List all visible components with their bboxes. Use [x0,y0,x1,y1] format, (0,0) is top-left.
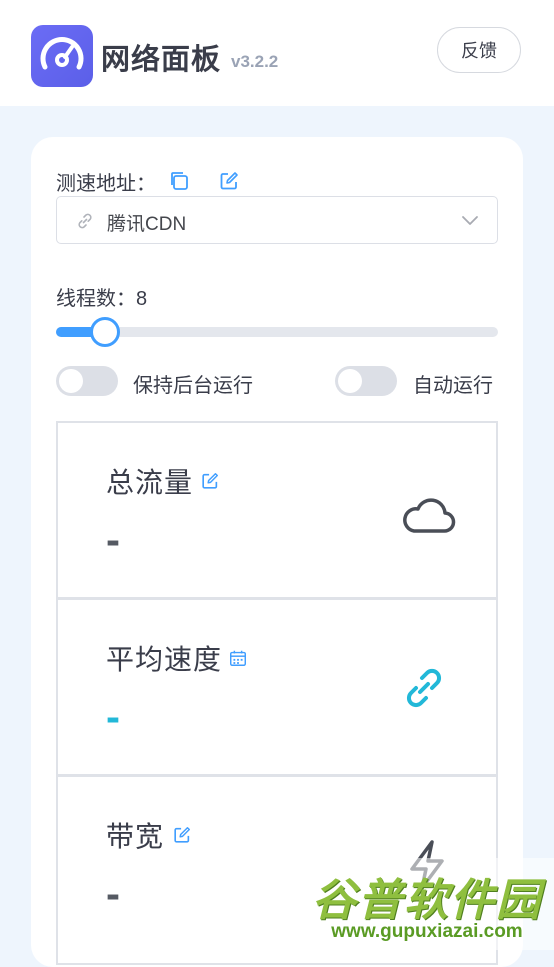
speedtest-address-value: 腾讯CDN [107,214,187,235]
cloud-icon [400,491,456,540]
threads-slider-track[interactable] [56,327,498,337]
keep-background-toggle[interactable] [56,366,118,396]
watermark-title: 谷普软件园 [312,876,542,925]
threads-value: 8 [136,288,148,310]
keep-background-label: 保持后台运行 [133,375,253,397]
threads-label-text: 线程数： [56,288,136,310]
link-icon [400,664,448,717]
calendar-icon[interactable] [228,648,248,673]
edit-address-icon[interactable] [218,170,240,197]
speedtest-address-select[interactable]: 腾讯CDN [56,196,498,244]
total-traffic-title: 总流量 [106,467,194,498]
average-speed-title: 平均速度 [106,644,223,675]
speedtest-address-label: 测速地址： [56,173,156,195]
toggle-knob [59,369,83,393]
threads-slider-handle[interactable] [89,317,120,347]
toggle-knob [338,369,362,393]
average-speed-value: - [106,693,120,740]
auto-run-toggle[interactable] [335,366,397,396]
auto-run-label: 自动运行 [413,375,493,397]
feedback-button[interactable]: 反馈 [437,27,521,73]
watermark: 谷普软件园 www.gupuxiazai.com [300,858,554,950]
app-title: 网络面板 [101,44,222,76]
edit-icon[interactable] [172,825,192,850]
app-version: v3.2.2 [231,52,279,71]
threads-label: 线程数：8 [56,282,147,311]
bandwidth-title: 带宽 [106,821,165,852]
watermark-url: www.gupuxiazai.com [331,921,523,942]
copy-icon[interactable] [168,170,190,197]
app-header: 网络面板 v3.2.2 反馈 [0,0,554,106]
edit-icon[interactable] [200,471,220,496]
total-traffic-value: - [106,516,120,563]
total-traffic-card: 总流量 - [56,421,498,599]
link-icon [75,211,95,236]
chevron-down-icon [461,213,479,232]
speedometer-logo-icon [31,25,93,87]
average-speed-card: 平均速度 - [56,598,498,776]
bandwidth-value: - [106,870,120,917]
